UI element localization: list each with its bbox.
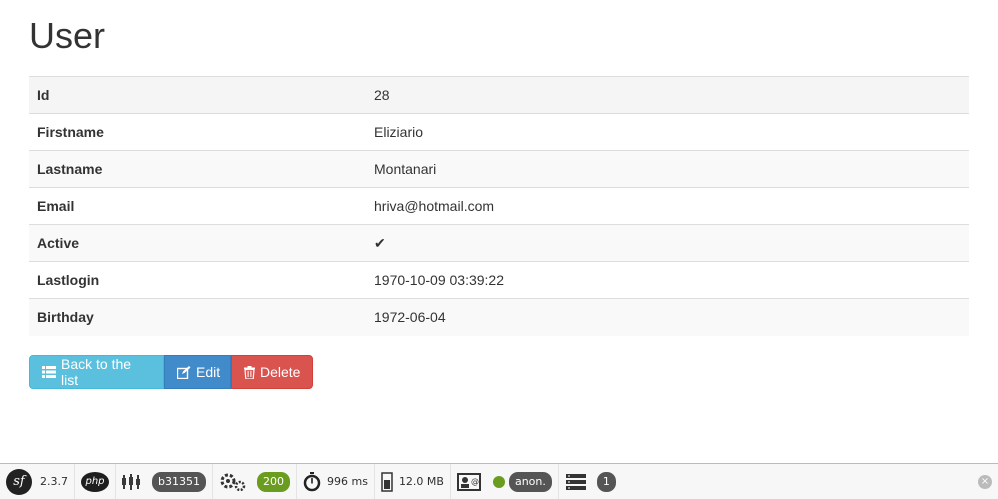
row-label: Email [29, 187, 366, 225]
trash-icon [244, 365, 255, 379]
row-value: hriva@hotmail.com [366, 187, 969, 225]
record-table: Id 28 Firstname Eliziario Lastname Monta… [29, 76, 969, 336]
table-row: Id 28 [29, 76, 969, 114]
row-label: Lastname [29, 150, 366, 188]
svg-text:@: @ [471, 477, 479, 486]
main-container: User Id 28 Firstname Eliziario Lastname … [29, 0, 969, 389]
table-row: Lastname Montanari [29, 150, 969, 188]
user-badge: anon. [508, 471, 552, 492]
back-to-list-label: Back to the list [61, 356, 132, 388]
close-icon[interactable]: × [978, 475, 992, 489]
row-label: Id [29, 76, 366, 114]
user-card-icon: @ [456, 472, 481, 491]
auth-status-dot [492, 475, 505, 488]
database-icon [565, 473, 587, 491]
php-block[interactable]: php [75, 463, 116, 499]
list-icon [42, 366, 56, 378]
row-value: 1972-06-04 [366, 298, 969, 336]
table-row: Birthday 1972-06-04 [29, 298, 969, 336]
row-label: Firstname [29, 113, 366, 151]
row-value: 1970-10-09 03:39:22 [366, 261, 969, 299]
active-check-icon: ✔ [366, 224, 969, 262]
symfony-version: 2.3.7 [40, 475, 68, 488]
edit-button[interactable]: Edit [164, 355, 231, 389]
delete-button[interactable]: Delete [231, 355, 313, 389]
row-label: Active [29, 224, 366, 262]
memory-icon [381, 471, 393, 492]
edit-icon [177, 365, 191, 379]
debug-toolbar: sf 2.3.7 php b31351 200 996 ms 12.0 MB @… [0, 463, 998, 499]
request-token-badge: b31351 [152, 471, 206, 492]
memory-usage: 12.0 MB [398, 475, 444, 488]
request-time: 996 ms [326, 475, 368, 488]
status-code-badge: 200 [256, 471, 290, 492]
row-value: 28 [366, 76, 969, 114]
page-title: User [29, 15, 106, 56]
row-value: Eliziario [366, 113, 969, 151]
timeline-icon [122, 473, 142, 491]
status-block[interactable]: 200 [213, 463, 297, 499]
php-logo: php [81, 471, 109, 492]
gears-icon [219, 472, 247, 492]
back-to-list-button[interactable]: Back to the list [29, 355, 164, 389]
edit-label: Edit [196, 364, 221, 380]
delete-label: Delete [260, 364, 301, 380]
table-row: Email hriva@hotmail.com [29, 187, 969, 225]
row-label: Lastlogin [29, 261, 366, 299]
query-count-badge: 1 [596, 471, 616, 492]
row-value: Montanari [366, 150, 969, 188]
record-actions: Back to the list Edit Delete [29, 355, 313, 389]
table-row: Firstname Eliziario [29, 113, 969, 151]
memory-block[interactable]: 12.0 MB [375, 463, 451, 499]
time-block[interactable]: 996 ms [297, 463, 375, 499]
symfony-block[interactable]: sf 2.3.7 [0, 463, 75, 499]
table-row: Active ✔ [29, 224, 969, 262]
timeline-block[interactable]: b31351 [116, 463, 213, 499]
row-label: Birthday [29, 298, 366, 336]
table-row: Lastlogin 1970-10-09 03:39:22 [29, 261, 969, 299]
symfony-logo: sf [6, 468, 32, 495]
database-block[interactable]: 1 [559, 464, 622, 499]
stopwatch-icon [303, 471, 321, 492]
security-block[interactable]: @ anon. [451, 463, 559, 499]
